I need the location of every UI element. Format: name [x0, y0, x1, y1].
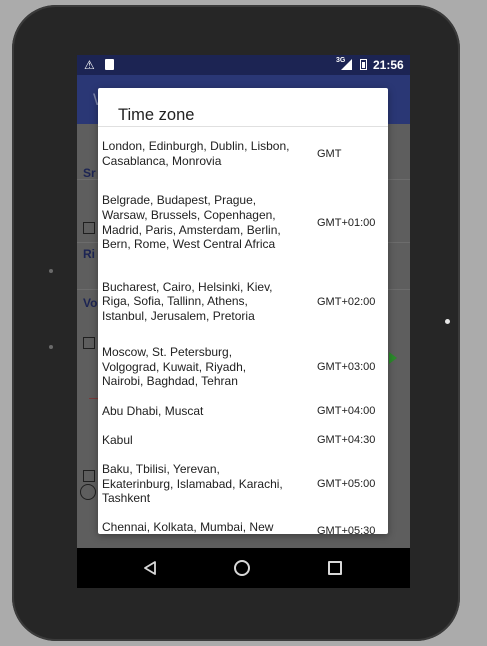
device-screen: ⚠ 3G 21:56 W Sr Ri Vo Time zone London, …: [77, 55, 410, 588]
timezone-offset: GMT+05:00: [317, 478, 376, 490]
sd-card-icon: [105, 59, 114, 70]
timezone-row[interactable]: Abu Dhabi, Muscat GMT+04:00: [98, 396, 388, 426]
timezone-cities: Chennai, Kolkata, Mumbai, New Delhi: [102, 520, 274, 534]
camera-dot: [445, 319, 450, 324]
timezone-dialog: Time zone London, Edinburgh, Dublin, Lis…: [98, 88, 388, 534]
navigation-bar: [77, 548, 410, 588]
back-triangle-icon[interactable]: [143, 561, 157, 575]
timezone-row[interactable]: Chennai, Kolkata, Mumbai, New Delhi GMT+…: [98, 514, 388, 534]
timezone-offset: GMT+04:30: [317, 434, 376, 446]
timezone-offset: GMT+02:00: [317, 295, 376, 308]
background-checkbox[interactable]: [83, 337, 95, 349]
timezone-cities: Belgrade, Budapest, Prague, Warsaw, Brus…: [102, 193, 281, 252]
timezone-offset: GMT+03:00: [317, 361, 376, 373]
globe-icon[interactable]: [80, 484, 96, 500]
home-circle-icon[interactable]: [234, 560, 250, 576]
timezone-cities: Abu Dhabi, Muscat: [102, 403, 204, 418]
timezone-row[interactable]: Belgrade, Budapest, Prague, Warsaw, Brus…: [98, 180, 388, 265]
timezone-offset: GMT: [317, 147, 342, 160]
timezone-cities: Moscow, St. Petersburg, Volgograd, Kuwai…: [102, 345, 247, 389]
timezone-row[interactable]: Moscow, St. Petersburg, Volgograd, Kuwai…: [98, 338, 388, 396]
dialog-title: Time zone: [118, 106, 195, 124]
timezone-cities: Baku, Tbilisi, Yerevan, Ekaterinburg, Is…: [102, 462, 283, 506]
background-checkbox[interactable]: [83, 470, 95, 482]
timezone-row[interactable]: London, Edinburgh, Dublin, Lisbon, Casab…: [98, 127, 388, 180]
timezone-cities: London, Edinburgh, Dublin, Lisbon, Casab…: [102, 138, 290, 168]
battery-icon: [360, 59, 367, 70]
background-label: Vo: [83, 296, 98, 310]
background-label: Ri: [83, 247, 95, 261]
timezone-offset: GMT+04:00: [317, 405, 376, 417]
timezone-row[interactable]: Baku, Tbilisi, Yerevan, Ekaterinburg, Is…: [98, 454, 388, 514]
timezone-row[interactable]: Kabul GMT+04:30: [98, 426, 388, 454]
status-bar: ⚠ 3G 21:56: [77, 55, 410, 75]
recents-square-icon[interactable]: [328, 561, 342, 575]
timezone-list[interactable]: London, Edinburgh, Dublin, Lisbon, Casab…: [98, 127, 388, 534]
timezone-cities: Bucharest, Cairo, Helsinki, Kiev, Riga, …: [102, 279, 273, 323]
side-dot: [49, 269, 53, 273]
background-checkbox[interactable]: [83, 222, 95, 234]
timezone-offset: GMT+05:30: [317, 525, 376, 534]
background-label: Sr: [83, 166, 96, 180]
timezone-cities: Kabul: [102, 432, 133, 447]
signal-icon: [341, 59, 352, 70]
timezone-row[interactable]: Bucharest, Cairo, Helsinki, Kiev, Riga, …: [98, 265, 388, 338]
timezone-offset: GMT+01:00: [317, 216, 376, 229]
status-time: 21:56: [373, 58, 404, 72]
warning-icon: ⚠: [84, 58, 95, 72]
side-dot: [49, 345, 53, 349]
play-icon[interactable]: [389, 352, 397, 364]
